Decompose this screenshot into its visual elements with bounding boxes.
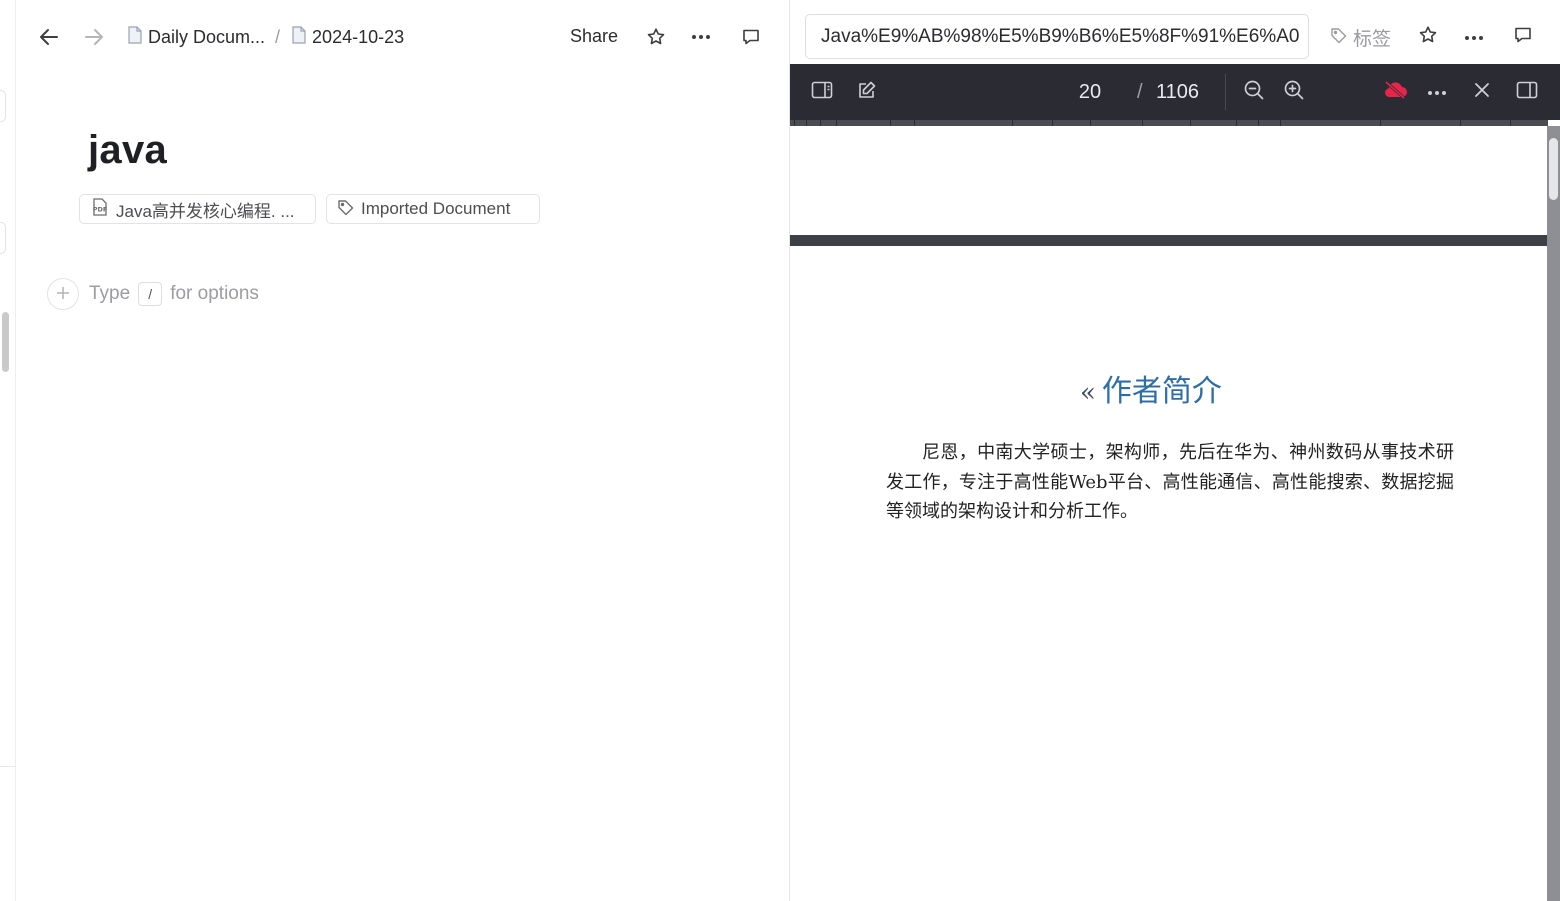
breadcrumb-item[interactable]: 2024-10-23 xyxy=(290,25,404,50)
page-number-input[interactable]: 20 xyxy=(1058,78,1122,106)
breadcrumb-item[interactable]: Daily Docum... xyxy=(126,25,265,50)
sidebar-icon xyxy=(811,81,833,104)
pdf-header: Java%E9%AB%98%E5%B9%B6%E5%8F%91%E6%A0 标签 xyxy=(790,0,1560,64)
more-button[interactable] xyxy=(1459,22,1489,52)
document-header: Daily Docum... / 2024-10-23 Share xyxy=(16,0,790,72)
tag-button-label: 标签 xyxy=(1353,29,1392,50)
placeholder-text: for options xyxy=(170,283,259,304)
add-block-button[interactable] xyxy=(47,278,79,310)
breadcrumb-separator: / xyxy=(275,27,281,47)
breadcrumb: Daily Docum... / 2024-10-23 xyxy=(126,25,404,50)
sidebar-edge xyxy=(0,0,16,901)
plus-icon xyxy=(55,281,71,307)
comments-button[interactable] xyxy=(1508,22,1538,52)
pdf-title-input[interactable]: Java%E9%AB%98%E5%B9%B6%E5%8F%91%E6%A0 xyxy=(805,14,1309,59)
arrow-right-icon xyxy=(83,26,105,48)
page-title[interactable]: java xyxy=(88,128,167,173)
pdf-page-heading: «作者简介 xyxy=(1080,366,1222,410)
sync-status-button[interactable] xyxy=(1380,77,1410,107)
sidebar-handle[interactable] xyxy=(0,90,6,122)
attachment-label: Java高并发核心编程. ... xyxy=(116,201,295,221)
pdf-pane: Java%E9%AB%98%E5%B9%B6%E5%8F%91%E6%A0 标签 xyxy=(790,0,1560,901)
toggle-outline-button[interactable] xyxy=(807,77,837,107)
attachment-chip[interactable]: PDF Java高并发核心编程. ... xyxy=(79,194,316,224)
more-icon xyxy=(691,34,711,40)
block-placeholder[interactable]: Type / for options xyxy=(89,282,259,306)
cloud-off-icon xyxy=(1382,79,1408,106)
page-separator-bar xyxy=(790,235,1547,246)
sidebar-icon xyxy=(1516,81,1538,104)
comment-icon xyxy=(1513,25,1533,50)
back-button[interactable] xyxy=(34,22,64,52)
star-icon xyxy=(646,27,666,47)
arrow-left-icon xyxy=(38,26,60,48)
heading-text: 作者简介 xyxy=(1101,374,1222,409)
close-button[interactable] xyxy=(1467,77,1497,107)
sidebar-scrollbar[interactable] xyxy=(2,312,9,372)
page-separator: / xyxy=(1137,81,1143,103)
divider xyxy=(0,766,15,767)
svg-text:PDF: PDF xyxy=(93,205,108,213)
comment-icon xyxy=(741,27,761,47)
zoom-out-button[interactable] xyxy=(1239,77,1269,107)
page-icon xyxy=(126,25,144,50)
comments-button[interactable] xyxy=(736,22,766,52)
zoom-in-button[interactable] xyxy=(1279,77,1309,107)
tag-chip[interactable]: Imported Document xyxy=(326,194,540,224)
more-icon xyxy=(1427,83,1447,101)
pdf-icon: PDF xyxy=(90,197,110,222)
tag-icon xyxy=(1330,26,1348,50)
heading-mark: « xyxy=(1080,378,1096,408)
share-button[interactable]: Share xyxy=(570,26,618,47)
close-icon xyxy=(1474,82,1490,103)
tag-label: Imported Document xyxy=(361,199,511,218)
pdf-page-paragraph: 尼恩，中南大学硕士，架构师，先后在华为、神州数码从事技术研发工作，专注于高性能W… xyxy=(886,442,1454,522)
edit-icon xyxy=(857,80,877,105)
scrollbar-thumb[interactable] xyxy=(1549,138,1558,200)
placeholder-text: Type xyxy=(89,283,131,304)
tag-icon xyxy=(337,198,355,221)
forward-button[interactable] xyxy=(79,22,109,52)
breadcrumb-label: Daily Docum... xyxy=(148,27,266,47)
tag-button[interactable]: 标签 xyxy=(1330,24,1391,51)
favorite-button[interactable] xyxy=(1413,22,1443,52)
pdf-toolbar: 20 / 1106 xyxy=(790,64,1560,120)
more-button[interactable] xyxy=(686,22,716,52)
zoom-in-icon xyxy=(1283,79,1305,106)
pdf-scrollbar[interactable] xyxy=(1547,126,1560,901)
sidebar-handle[interactable] xyxy=(0,222,6,254)
pdf-viewport[interactable]: «作者简介 尼恩，中南大学硕士，架构师，先后在华为、神州数码从事技术研发工作，专… xyxy=(790,126,1547,901)
page-icon xyxy=(290,25,308,50)
more-button[interactable] xyxy=(1422,77,1452,107)
annotate-button[interactable] xyxy=(852,77,882,107)
favorite-button[interactable] xyxy=(641,22,671,52)
toggle-panel-button[interactable] xyxy=(1512,77,1542,107)
document-pane: Daily Docum... / 2024-10-23 Share java P… xyxy=(16,0,790,901)
page-total: 1106 xyxy=(1156,81,1200,103)
slash-key: / xyxy=(138,282,163,306)
more-icon xyxy=(1464,28,1484,46)
star-icon xyxy=(1418,25,1438,50)
zoom-out-icon xyxy=(1243,79,1265,106)
breadcrumb-label: 2024-10-23 xyxy=(312,27,405,47)
toolbar-divider xyxy=(1225,74,1226,110)
